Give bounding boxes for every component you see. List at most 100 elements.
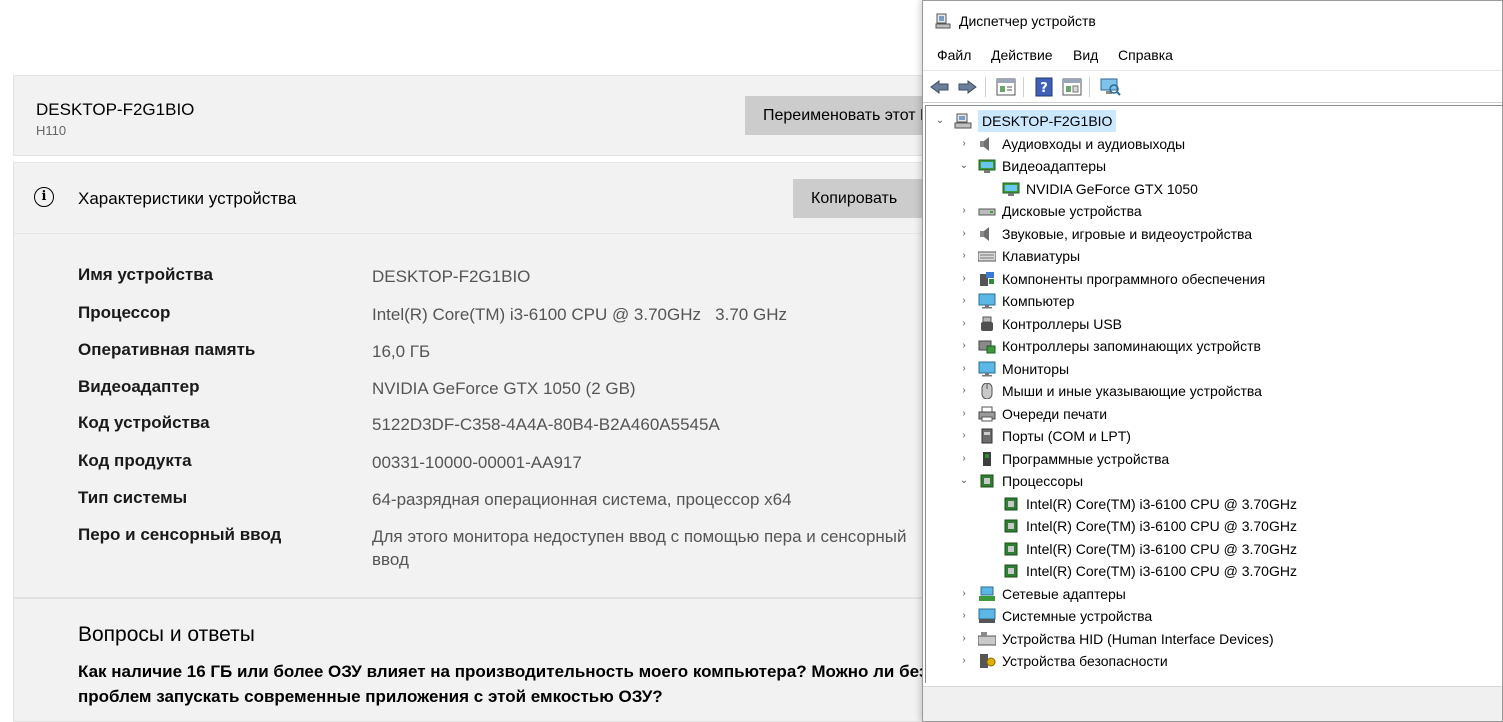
chevron-down-icon[interactable]: ⌄ — [958, 470, 970, 492]
tree-category-label: Устройства безопасности — [1002, 653, 1168, 669]
display-adapter-icon — [1002, 182, 1020, 196]
hid-icon — [978, 631, 996, 645]
chevron-right-icon[interactable]: › — [958, 223, 970, 245]
help-icon[interactable]: ? — [1033, 76, 1055, 98]
tree-category-label: Системные устройства — [1002, 608, 1153, 624]
menu-view[interactable]: Вид — [1073, 47, 1098, 63]
chevron-down-icon[interactable]: ⌄ — [934, 110, 946, 132]
disk-icon — [978, 208, 996, 216]
chevron-right-icon[interactable]: › — [958, 313, 970, 335]
chevron-right-icon[interactable]: › — [958, 290, 970, 312]
copy-button[interactable]: Копировать — [793, 179, 933, 218]
specs-header[interactable]: i Характеристики устройства Копировать — [14, 163, 1002, 234]
tree-category-label: Мониторы — [1002, 360, 1070, 377]
tree-category-label: Клавиатуры — [1002, 248, 1081, 264]
tree-root-label: DESKTOP-F2G1BIO — [978, 110, 1117, 132]
cpu-icon — [1004, 519, 1018, 533]
chevron-right-icon[interactable]: › — [958, 245, 970, 267]
specs-list: Имя устройства DESKTOP-F2G1BIO Процессор… — [14, 234, 1002, 597]
spec-value: 5122D3DF-C358-4A4A-80B4-B2A460A5545A — [372, 415, 720, 434]
chevron-down-icon[interactable]: ⌄ — [958, 155, 970, 177]
tree-category-label: Программные устройства — [1002, 450, 1170, 467]
scan-hardware-icon[interactable] — [1099, 76, 1121, 98]
toolbar-separator — [985, 77, 986, 97]
chevron-right-icon[interactable]: › — [958, 403, 970, 425]
back-icon[interactable] — [929, 76, 951, 98]
tree-category-label: Устройства HID (Human Interface Devices) — [1002, 630, 1274, 647]
chevron-right-icon[interactable]: › — [958, 335, 970, 357]
spec-label: Видеоадаптер — [78, 377, 200, 396]
chevron-right-icon[interactable]: › — [958, 605, 970, 627]
tree-category-label: Очереди печати — [1002, 405, 1108, 422]
spec-value: NVIDIA GeForce GTX 1050 (2 GB) — [372, 379, 636, 398]
spec-label: Тип системы — [78, 488, 188, 507]
spec-value: DESKTOP-F2G1BIO — [372, 267, 531, 286]
tree-category-label: Дисковые устройства — [1002, 203, 1142, 219]
monitor-icon — [978, 293, 996, 309]
chevron-right-icon[interactable]: › — [958, 425, 970, 447]
software-component-icon — [980, 271, 994, 286]
qa-title: Вопросы и ответы — [78, 623, 255, 646]
spec-label: Имя устройства — [78, 265, 213, 284]
cpu-icon — [980, 474, 994, 488]
device-name: DESKTOP-F2G1BIO — [36, 100, 195, 119]
speaker-icon — [980, 226, 989, 241]
network-icon — [979, 586, 995, 601]
chevron-right-icon[interactable]: › — [958, 133, 970, 155]
qa-question[interactable]: Как наличие 16 ГБ или более ОЗУ влияет н… — [78, 659, 958, 709]
device-specs-card: i Характеристики устройства Копировать И… — [13, 162, 1003, 598]
toolbar: ? — [923, 70, 1502, 103]
tree-category-label: Компоненты программного обеспечения — [1002, 270, 1266, 287]
menu-file[interactable]: Файл — [937, 47, 971, 63]
device-model: H110 — [36, 123, 67, 138]
device-manager-window: Диспетчер устройств Файл Действие Вид Сп… — [922, 0, 1503, 722]
menu-bar: Файл Действие Вид Справка — [923, 43, 1502, 67]
tree-device-label: Intel(R) Core(TM) i3-6100 CPU @ 3.70GHz — [1026, 540, 1297, 557]
speaker-icon — [980, 136, 989, 151]
chevron-right-icon[interactable]: › — [958, 380, 970, 402]
window-title: Диспетчер устройств — [959, 13, 1096, 29]
monitor-icon — [978, 361, 996, 376]
keyboard-icon — [978, 251, 996, 262]
chevron-right-icon[interactable]: › — [958, 583, 970, 605]
tree-device-label: Intel(R) Core(TM) i3-6100 CPU @ 3.70GHz — [1026, 495, 1297, 512]
tree-category-label: Мыши и иные указывающие устройства — [1002, 383, 1262, 399]
spec-label: Код продукта — [78, 451, 192, 470]
chevron-right-icon[interactable]: › — [958, 200, 970, 222]
chevron-right-icon[interactable]: › — [958, 268, 970, 290]
forward-icon[interactable] — [956, 76, 978, 98]
security-device-icon — [980, 654, 996, 668]
chevron-right-icon[interactable]: › — [958, 628, 970, 650]
menu-help[interactable]: Справка — [1118, 47, 1173, 63]
properties-icon[interactable] — [995, 76, 1017, 98]
menu-action[interactable]: Действие — [991, 47, 1053, 63]
tree-category-label: Аудиовходы и аудиовыходы — [1002, 135, 1186, 152]
device-tree: ⌄ DESKTOP-F2G1BIO › Аудиовходы и аудиовых… — [925, 105, 1502, 683]
tree-category-label: Компьютер — [1002, 293, 1075, 309]
update-driver-icon[interactable] — [1061, 76, 1083, 98]
printer-icon — [978, 406, 996, 421]
toolbar-separator — [1089, 77, 1090, 97]
title-bar[interactable]: Диспетчер устройств — [923, 1, 1502, 41]
status-bar — [923, 686, 1502, 721]
software-device-icon — [983, 451, 991, 466]
display-adapter-icon — [978, 159, 996, 173]
device-manager-icon — [935, 13, 951, 29]
spec-label: Оперативная память — [78, 340, 256, 359]
tree-category-label: Контроллеры USB — [1002, 315, 1122, 332]
spec-value: 64-разрядная операционная система, проце… — [372, 490, 792, 509]
specs-title: Характеристики устройства — [78, 189, 297, 208]
storage-controller-icon — [978, 340, 996, 354]
chevron-right-icon[interactable]: › — [958, 448, 970, 470]
chevron-right-icon[interactable]: › — [958, 650, 970, 672]
port-icon — [981, 428, 993, 444]
mouse-icon — [981, 383, 993, 399]
chevron-right-icon[interactable]: › — [958, 358, 970, 380]
tree-category-label: Процессоры — [1002, 473, 1084, 489]
tree-category-label: Контроллеры запоминающих устройств — [1002, 338, 1261, 354]
spec-value: Intel(R) Core(TM) i3-6100 CPU @ 3.70GHz … — [372, 305, 787, 324]
spec-label: Перо и сенсорный ввод — [78, 525, 282, 544]
cpu-icon — [1004, 542, 1018, 555]
spec-value: Для этого монитора недоступен ввод с пом… — [372, 527, 907, 569]
usb-icon — [981, 316, 993, 331]
